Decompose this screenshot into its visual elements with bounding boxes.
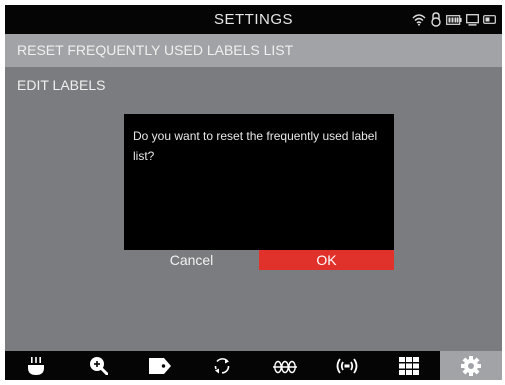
monitor-icon [466, 13, 479, 26]
lock-icon [430, 12, 442, 27]
confirm-dialog: Do you want to reset the frequently used… [124, 114, 394, 250]
refresh-icon [213, 357, 231, 375]
toolbar-cable-button[interactable] [5, 351, 67, 380]
zoom-in-icon [89, 356, 108, 375]
dialog-message: Do you want to reset the frequently used… [133, 129, 378, 163]
device-screen: SETTINGS RESET FREQUENTLY USED LABELS LI… [5, 5, 502, 380]
toolbar-signal-button[interactable] [316, 351, 378, 380]
battery-icon [446, 14, 462, 25]
status-bar: SETTINGS [5, 5, 502, 34]
toolbar-grid-button[interactable] [378, 351, 440, 380]
cancel-button[interactable]: Cancel [124, 250, 259, 270]
gear-icon [460, 355, 481, 376]
toolbar-coil-button[interactable] [254, 351, 316, 380]
wifi-icon [412, 13, 426, 26]
toolbar-zoom-button[interactable] [67, 351, 129, 380]
tag-icon [149, 357, 172, 374]
toolbar-tag-button[interactable] [129, 351, 191, 380]
signal-icon [335, 357, 359, 375]
menu-item-edit-labels[interactable]: EDIT LABELS [5, 67, 502, 100]
cable-connector-icon [28, 356, 45, 375]
ok-button[interactable]: OK [259, 250, 394, 270]
toolbar-settings-button[interactable] [439, 351, 502, 380]
ohm-coil-icon [272, 358, 298, 374]
toolbar-refresh-button[interactable] [191, 351, 253, 380]
grid-icon [398, 356, 419, 375]
menu-item-reset-labels[interactable]: RESET FREQUENTLY USED LABELS LIST [5, 34, 502, 67]
bottom-toolbar [5, 351, 502, 380]
toggle-icon [483, 15, 496, 24]
status-icons [412, 12, 496, 27]
